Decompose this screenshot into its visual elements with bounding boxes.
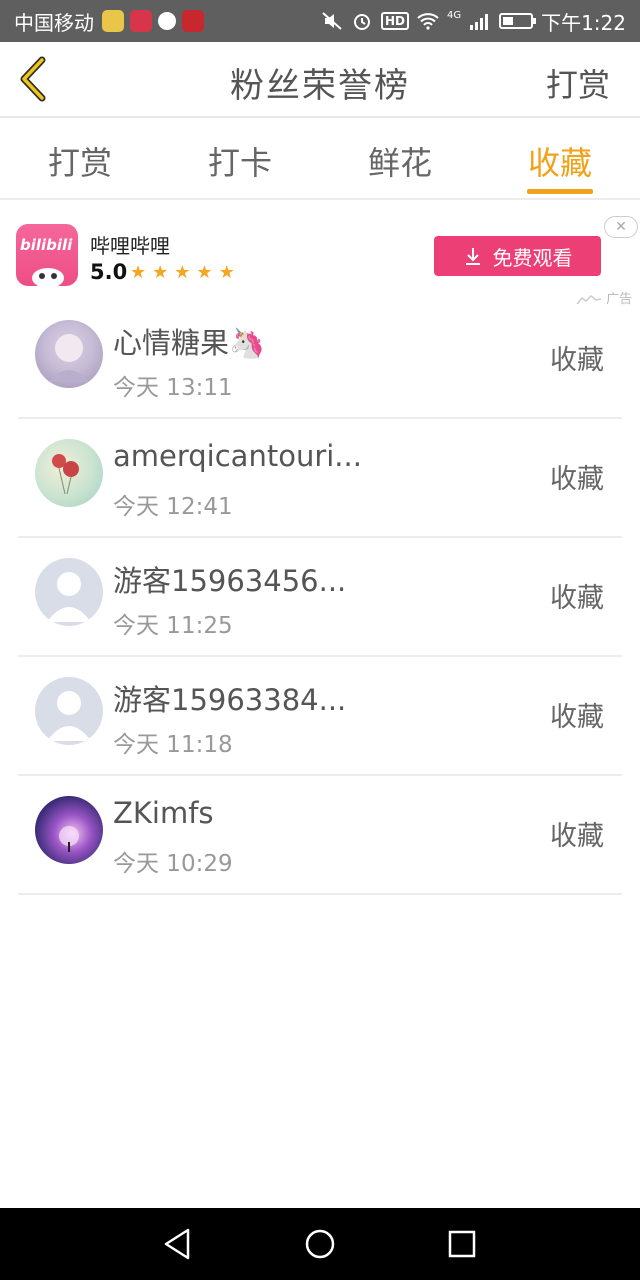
star-icon: ★ (174, 262, 191, 283)
page: 中国移动 HD 4G 下午1:22 粉丝荣誉榜 打赏 打赏 打卡 鲜花 收藏 b… (0, 0, 640, 1280)
nav-recents-button[interactable] (444, 1226, 480, 1262)
star-icon: ★ (130, 262, 147, 283)
tab-flowers[interactable]: 鲜花 (320, 118, 480, 198)
nav-back-button[interactable] (160, 1226, 196, 1262)
tab-checkin[interactable]: 打卡 (160, 118, 320, 198)
nav-home-button[interactable] (302, 1226, 338, 1262)
notification-app-icon (182, 10, 204, 32)
timestamp: 今天 12:41 (113, 494, 233, 520)
watch-free-label: 免费观看 (492, 245, 573, 270)
nickname: 心情糖果🦄 (113, 326, 266, 360)
fan-list: 心情糖果🦄 今天 13:11 收藏 amerqicantouri... 今天 1… (18, 300, 622, 895)
star-icon: ★ (218, 262, 235, 283)
header: 粉丝荣誉榜 打赏 (0, 42, 640, 118)
star-icon: ★ (152, 262, 169, 283)
avatar[interactable] (35, 320, 103, 388)
circle-home-icon (305, 1229, 335, 1259)
system-nav-bar (0, 1208, 640, 1280)
nickname: 游客15963456... (113, 564, 347, 598)
nickname: amerqicantouri... (113, 439, 362, 473)
timestamp: 今天 11:18 (113, 732, 233, 758)
action-label: 收藏 (550, 464, 604, 495)
reward-button[interactable]: 打赏 (546, 60, 610, 106)
download-icon (465, 248, 480, 265)
action-label: 收藏 (550, 702, 604, 733)
tab-favorites[interactable]: 收藏 (480, 118, 640, 198)
ad-app-name: 哔哩哔哩 (90, 234, 170, 258)
avatar[interactable] (35, 796, 103, 864)
square-recents-icon (448, 1230, 476, 1258)
timestamp: 今天 11:25 (113, 613, 233, 639)
battery-icon (499, 13, 537, 29)
list-item[interactable]: 游客15963384... 今天 11:18 收藏 (18, 657, 622, 776)
list-item[interactable]: 心情糖果🦄 今天 13:11 收藏 (18, 300, 622, 419)
star-icon: ★ (196, 262, 213, 283)
bilibili-logo: bilibili (16, 224, 78, 286)
avatar[interactable] (35, 439, 103, 507)
status-bar: 中国移动 HD 4G 下午1:22 (0, 0, 640, 42)
action-label: 收藏 (550, 583, 604, 614)
timestamp: 今天 10:29 (113, 851, 233, 877)
list-item[interactable]: ZKimfs 今天 10:29 收藏 (18, 776, 622, 895)
notification-app-icon (130, 10, 152, 32)
avatar-placeholder-icon[interactable] (35, 677, 103, 745)
page-title: 粉丝荣誉榜 (230, 66, 410, 106)
timestamp: 今天 13:11 (113, 375, 233, 401)
signal-icon (469, 11, 491, 31)
ad-rating: 5.0 (90, 260, 128, 284)
clock: 下午1:22 (541, 10, 626, 35)
action-label: 收藏 (550, 821, 604, 852)
list-item[interactable]: 游客15963456... 今天 11:25 收藏 (18, 538, 622, 657)
mute-icon (321, 11, 343, 31)
carrier-label: 中国移动 (14, 10, 94, 35)
triangle-back-icon (164, 1228, 190, 1260)
list-item[interactable]: amerqicantouri... 今天 12:41 收藏 (18, 419, 622, 538)
nickname: ZKimfs (113, 796, 214, 830)
tab-reward[interactable]: 打赏 (0, 118, 160, 198)
ad-close-button[interactable]: ✕ (604, 216, 638, 238)
notification-app-icon (102, 10, 124, 32)
ad-stars: ★ ★ ★ ★ ★ (130, 262, 235, 283)
network-type: 4G (446, 9, 462, 21)
avatar-placeholder-icon[interactable] (35, 558, 103, 626)
action-label: 收藏 (550, 345, 604, 376)
alarm-icon (351, 11, 373, 31)
watch-free-button[interactable]: 免费观看 (434, 236, 601, 276)
nickname: 游客15963384... (113, 683, 347, 717)
hd-badge: HD (380, 12, 409, 30)
bilibili-logo-text: bilibili (20, 236, 73, 254)
tab-bar: 打赏 打卡 鲜花 收藏 (0, 118, 640, 200)
message-icon (158, 12, 176, 30)
wifi-icon (417, 11, 439, 31)
ad-banner[interactable]: bilibili 哔哩哔哩 5.0 ★ ★ ★ ★ ★ 免费观看 (0, 200, 640, 300)
